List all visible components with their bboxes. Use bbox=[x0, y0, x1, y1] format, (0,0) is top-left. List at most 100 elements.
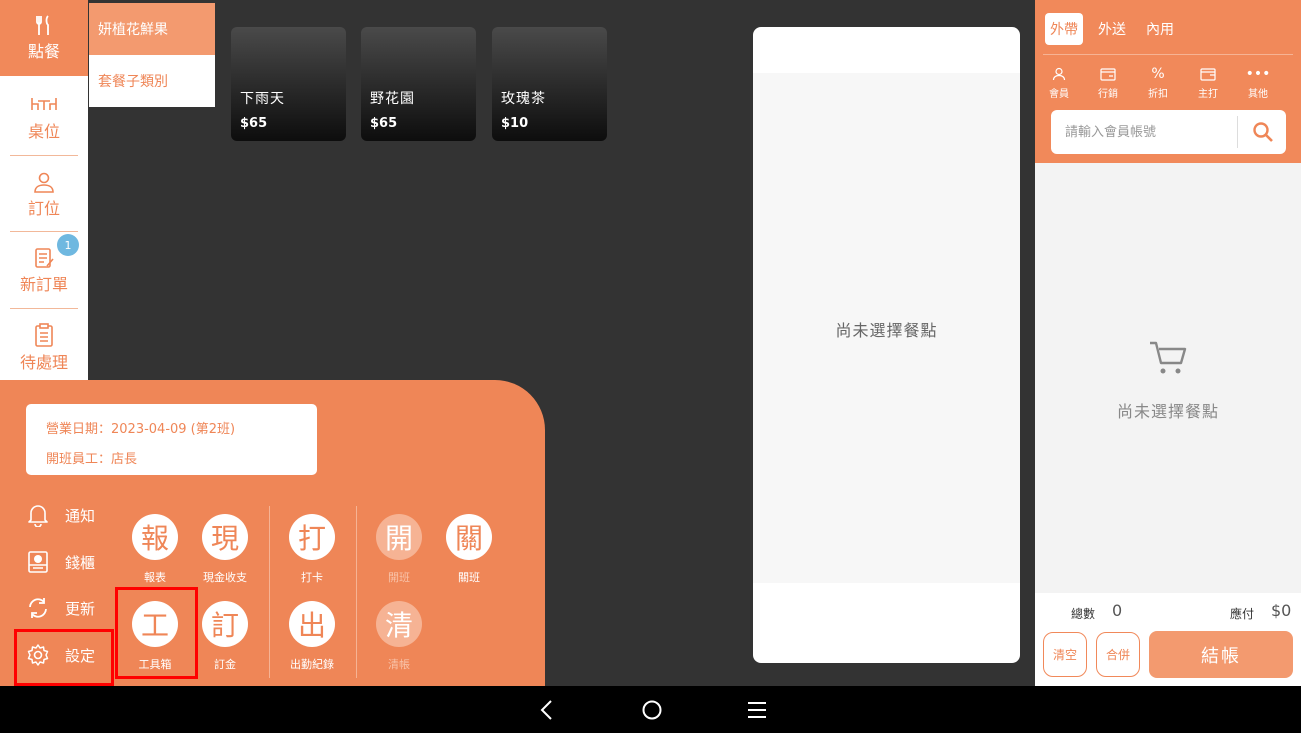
shift-staff: 開班員工：店長 bbox=[46, 452, 138, 467]
nav-item-pending[interactable]: 待處理 bbox=[0, 310, 88, 386]
member-icon bbox=[1052, 67, 1066, 81]
order-footer: 總數 0 應付 $0 清空 合併 結帳 bbox=[1035, 593, 1301, 686]
action-featured[interactable]: 主打 bbox=[1188, 64, 1228, 100]
action-label: 會員 bbox=[1049, 89, 1069, 100]
action-label: 折扣 bbox=[1148, 89, 1168, 100]
category-active[interactable]: 妍植花鮮果 bbox=[89, 3, 215, 55]
nav-label: 新訂單 bbox=[19, 275, 68, 294]
action-marketing[interactable]: 行銷 bbox=[1088, 64, 1128, 100]
header-divider bbox=[1043, 54, 1293, 55]
action-label: 其他 bbox=[1248, 89, 1268, 100]
nav-item-reservation[interactable]: 訂位 bbox=[0, 157, 88, 233]
cash-drawer-icon bbox=[28, 551, 48, 573]
action-member[interactable]: 會員 bbox=[1039, 64, 1079, 100]
function-label: 打卡 bbox=[301, 571, 323, 584]
nav-divider bbox=[10, 155, 78, 156]
menu-label: 通知 bbox=[65, 506, 96, 525]
utensils-icon bbox=[36, 15, 49, 35]
menu-cash-drawer[interactable]: 錢櫃 bbox=[26, 547, 95, 577]
new-order-badge: 1 bbox=[57, 234, 79, 256]
cash-flow-icon: 現 bbox=[202, 514, 248, 560]
nav-divider bbox=[10, 231, 78, 232]
checkout-button[interactable]: 結帳 bbox=[1149, 631, 1293, 678]
payable-value: $0 bbox=[1271, 601, 1292, 620]
home-icon[interactable] bbox=[640, 698, 664, 722]
action-label: 主打 bbox=[1198, 89, 1218, 100]
category-item[interactable]: 套餐子類別 bbox=[89, 55, 215, 107]
clock-in-icon: 打 bbox=[289, 514, 335, 560]
function-settle[interactable]: 清 清帳 bbox=[364, 601, 434, 672]
product-name: 下雨天 bbox=[240, 91, 285, 107]
function-divider bbox=[356, 506, 357, 678]
nav-divider bbox=[10, 308, 78, 309]
product-price: $10 bbox=[501, 116, 529, 131]
menu-label: 錢櫃 bbox=[65, 553, 96, 572]
product-name: 野花園 bbox=[370, 91, 415, 107]
tab-delivery[interactable]: 外送 bbox=[1093, 13, 1131, 45]
clipboard-icon bbox=[35, 323, 53, 347]
function-close-shift[interactable]: 關 關班 bbox=[434, 514, 504, 585]
function-label: 報表 bbox=[144, 571, 166, 584]
function-label: 開班 bbox=[388, 571, 410, 584]
action-discount[interactable]: % 折扣 bbox=[1138, 64, 1178, 100]
settings-highlight bbox=[14, 629, 114, 686]
menu-icon[interactable] bbox=[745, 698, 769, 722]
center-empty-text: 尚未選擇餐點 bbox=[835, 321, 938, 340]
settle-icon: 清 bbox=[376, 601, 422, 647]
function-deposit[interactable]: 訂 訂金 bbox=[190, 601, 260, 672]
cart-icon bbox=[1150, 341, 1187, 374]
member-search-input[interactable] bbox=[1065, 122, 1235, 142]
nav-item-order[interactable]: 點餐 bbox=[0, 0, 88, 76]
product-name: 玫瑰茶 bbox=[501, 91, 546, 107]
product-tile[interactable]: 野花園 $65 bbox=[361, 27, 476, 141]
product-price: $65 bbox=[370, 116, 398, 131]
function-clock-in[interactable]: 打 打卡 bbox=[277, 514, 347, 585]
selected-items-panel: 尚未選擇餐點 bbox=[753, 27, 1020, 663]
function-open-shift[interactable]: 開 開班 bbox=[364, 514, 434, 585]
nav-label: 訂位 bbox=[27, 199, 60, 218]
refresh-icon bbox=[29, 598, 47, 618]
menu-refresh[interactable]: 更新 bbox=[26, 593, 95, 623]
product-price: $65 bbox=[240, 116, 268, 131]
function-divider bbox=[269, 506, 270, 678]
function-cash-flow[interactable]: 現 現金收支 bbox=[190, 514, 260, 585]
more-icon: ••• bbox=[1245, 66, 1271, 82]
function-attendance[interactable]: 出 出勤紀錄 bbox=[277, 601, 347, 672]
function-report[interactable]: 報 報表 bbox=[120, 514, 190, 585]
left-nav: 點餐 桌位 訂位 新訂單 1 待處理 bbox=[0, 0, 88, 382]
merge-button[interactable]: 合併 bbox=[1096, 632, 1140, 677]
total-count-value: 0 bbox=[1112, 601, 1123, 620]
product-tile[interactable]: 下雨天 $65 bbox=[231, 27, 346, 141]
nav-label: 待處理 bbox=[19, 353, 68, 372]
nav-label: 桌位 bbox=[27, 122, 60, 141]
percent-icon: % bbox=[1151, 66, 1165, 82]
deposit-icon: 訂 bbox=[202, 601, 248, 647]
wallet-icon bbox=[1200, 67, 1216, 81]
tab-dine-in[interactable]: 內用 bbox=[1141, 13, 1179, 45]
total-count-label: 總數 bbox=[1071, 607, 1096, 621]
system-nav-bar bbox=[0, 686, 1301, 733]
order-header: 外帶 外送 內用 會員 行銷 % 折扣 主打 ••• 其他 bbox=[1035, 0, 1301, 163]
clear-button[interactable]: 清空 bbox=[1043, 632, 1087, 677]
nav-label: 點餐 bbox=[27, 42, 60, 61]
business-date: 營業日期：2023-04-09 (第2班) bbox=[46, 422, 236, 437]
search-icon[interactable] bbox=[1251, 120, 1275, 144]
tab-takeout[interactable]: 外帶 bbox=[1045, 13, 1083, 45]
payable-label: 應付 bbox=[1230, 607, 1255, 621]
nav-item-tables[interactable]: 桌位 bbox=[0, 80, 88, 156]
member-search-box bbox=[1051, 110, 1286, 154]
menu-notifications[interactable]: 通知 bbox=[26, 500, 95, 530]
shift-info-card: 營業日期：2023-04-09 (第2班) 開班員工：店長 bbox=[26, 404, 317, 475]
action-label: 行銷 bbox=[1098, 89, 1118, 100]
action-more[interactable]: ••• 其他 bbox=[1238, 64, 1278, 100]
bell-icon bbox=[28, 505, 48, 527]
open-shift-icon: 開 bbox=[376, 514, 422, 560]
back-icon[interactable] bbox=[536, 698, 560, 722]
function-label: 清帳 bbox=[388, 658, 410, 671]
close-shift-icon: 關 bbox=[446, 514, 492, 560]
attendance-icon: 出 bbox=[289, 601, 335, 647]
order-panel: 外帶 外送 內用 會員 行銷 % 折扣 主打 ••• 其他 尚未 bbox=[1035, 0, 1301, 686]
product-tile[interactable]: 玫瑰茶 $10 bbox=[492, 27, 607, 141]
person-icon bbox=[34, 172, 54, 193]
function-menu-popup: 營業日期：2023-04-09 (第2班) 開班員工：店長 通知 錢櫃 更新 設… bbox=[0, 380, 545, 686]
